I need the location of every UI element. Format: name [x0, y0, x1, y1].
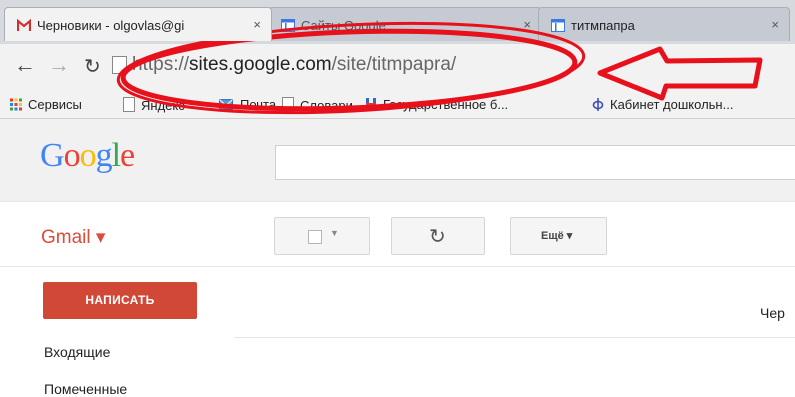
bookmark-government[interactable]: Государственное б... — [365, 97, 508, 112]
divider — [234, 337, 795, 338]
bookmark-label: Словари — [300, 98, 353, 113]
close-tab-icon[interactable]: × — [771, 17, 779, 32]
reload-icon[interactable]: ↻ — [84, 54, 101, 79]
tab-gmail-drafts[interactable]: Черновики - olgovlas@gi × — [4, 7, 272, 41]
bookmark-preschool-cabinet[interactable]: Кабинет дошкольн... — [592, 97, 733, 112]
tab-title: Черновики - olgovlas@gi — [37, 18, 185, 33]
search-input[interactable] — [275, 145, 795, 180]
more-button-label: Ещё ▾ — [541, 230, 573, 242]
url-scheme: https:// — [132, 54, 190, 75]
tab-title: Сайты Google — [301, 18, 386, 33]
phi-icon — [592, 98, 604, 111]
bookmark-label: Государственное б... — [383, 97, 509, 112]
drafts-label: Чер — [760, 305, 785, 321]
google-sites-icon — [281, 19, 295, 32]
bookmark-label: Кабинет дошкольн... — [610, 97, 734, 112]
tab-strip: Черновики - olgovlas@gi × Сайты Google ×… — [0, 0, 795, 44]
mail-envelope-icon — [218, 99, 234, 110]
address-bar[interactable]: https://sites.google.com/site/titmpapra/ — [132, 54, 456, 76]
gosuslugi-icon — [366, 98, 376, 111]
compose-button[interactable]: НАПИСАТЬ — [43, 282, 197, 319]
url-host: sites.google.com — [189, 54, 332, 75]
chevron-down-icon: ▼ — [330, 228, 339, 238]
forward-arrow-icon[interactable]: → — [48, 52, 70, 78]
tab-google-sites[interactable]: Сайты Google × — [268, 7, 542, 41]
refresh-button[interactable]: ↻ — [391, 217, 485, 255]
gmail-icon — [17, 19, 31, 31]
tab-titmpapra[interactable]: титмпапра × — [538, 7, 790, 41]
close-tab-icon[interactable]: × — [523, 17, 531, 32]
browser-toolbar: ← → ↻ https://sites.google.com/site/titm… — [0, 44, 795, 92]
more-button[interactable]: Ещё ▾ — [510, 217, 607, 255]
bookmarks-bar: Сервисы Яндекс Почта Словари Государстве… — [0, 92, 795, 119]
bookmark-label: Яндекс — [141, 98, 185, 113]
bookmark-label: Сервисы — [28, 97, 82, 112]
page-icon — [282, 97, 294, 112]
bookmark-services[interactable]: Сервисы — [10, 97, 82, 112]
bookmark-mail[interactable]: Почта — [218, 97, 276, 112]
google-logo[interactable]: Google — [40, 137, 135, 175]
folder-starred[interactable]: Помеченные — [44, 381, 127, 397]
bookmark-label: Почта — [240, 97, 277, 112]
folder-inbox[interactable]: Входящие — [44, 344, 110, 360]
refresh-icon: ↻ — [429, 226, 446, 248]
bookmark-dictionaries[interactable]: Словари — [282, 97, 353, 113]
gmail-header: Google — [0, 119, 795, 202]
checkbox-icon — [308, 230, 322, 244]
page-icon — [112, 56, 127, 74]
divider — [0, 266, 795, 267]
tab-title: титмпапра — [571, 18, 635, 33]
back-arrow-icon[interactable]: ← — [14, 52, 36, 78]
gmail-menu[interactable]: Gmail ▾ — [41, 226, 105, 249]
close-tab-icon[interactable]: × — [253, 17, 261, 32]
page-icon — [123, 97, 135, 112]
apps-grid-icon — [10, 98, 22, 111]
url-path: /site/titmpapra/ — [331, 54, 457, 75]
bookmark-yandex[interactable]: Яндекс — [123, 97, 185, 113]
select-checkbox-button[interactable]: ▼ — [274, 217, 370, 255]
google-sites-icon — [551, 19, 565, 32]
